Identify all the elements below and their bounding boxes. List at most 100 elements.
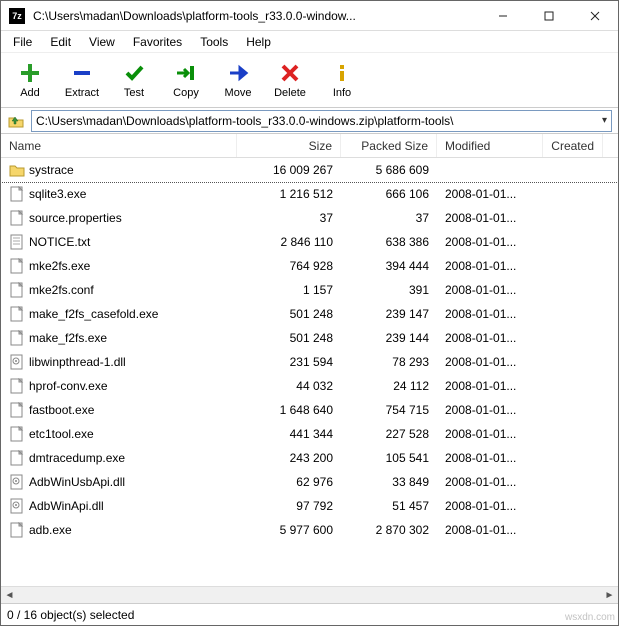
menu-tools[interactable]: Tools xyxy=(192,33,236,51)
table-row[interactable]: make_f2fs.exe501 248239 1442008-01-01... xyxy=(1,326,618,350)
file-size: 501 248 xyxy=(237,331,341,345)
file-packed-size: 105 541 xyxy=(341,451,437,465)
file-name-cell: NOTICE.txt xyxy=(1,234,237,250)
file-packed-size: 37 xyxy=(341,211,437,225)
scroll-right-button[interactable]: ► xyxy=(601,587,618,604)
file-name: AdbWinUsbApi.dll xyxy=(29,475,125,489)
file-size: 16 009 267 xyxy=(237,163,341,177)
maximize-button[interactable] xyxy=(526,1,572,31)
window-root: 7z C:\Users\madan\Downloads\platform-too… xyxy=(0,0,619,626)
table-row[interactable]: sqlite3.exe1 216 512666 1062008-01-01... xyxy=(1,182,618,206)
address-dropdown-icon[interactable]: ▾ xyxy=(602,115,607,126)
table-row[interactable]: AdbWinUsbApi.dll62 97633 8492008-01-01..… xyxy=(1,470,618,494)
file-listview: Name Size Packed Size Modified Created s… xyxy=(1,134,618,603)
txt-icon xyxy=(9,210,25,226)
table-row[interactable]: hprof-conv.exe44 03224 1122008-01-01... xyxy=(1,374,618,398)
table-row[interactable]: systrace16 009 2675 686 609 xyxy=(1,158,618,182)
delete-button[interactable]: Delete xyxy=(265,55,315,105)
file-name-cell: hprof-conv.exe xyxy=(1,378,237,394)
info-label: Info xyxy=(333,87,351,99)
app-icon: 7z xyxy=(9,8,25,24)
exe-icon xyxy=(9,306,25,322)
move-button[interactable]: Move xyxy=(213,55,263,105)
file-packed-size: 239 147 xyxy=(341,307,437,321)
file-name: make_f2fs_casefold.exe xyxy=(29,307,158,321)
file-name: dmtracedump.exe xyxy=(29,451,125,465)
file-packed-size: 666 106 xyxy=(341,187,437,201)
file-modified: 2008-01-01... xyxy=(437,235,543,249)
dll-icon xyxy=(9,498,25,514)
test-label: Test xyxy=(124,87,144,99)
file-packed-size: 227 528 xyxy=(341,427,437,441)
scroll-left-button[interactable]: ◄ xyxy=(1,587,18,604)
menu-favorites[interactable]: Favorites xyxy=(125,33,190,51)
column-header-size[interactable]: Size xyxy=(237,134,341,157)
status-text: 0 / 16 object(s) selected xyxy=(7,608,134,622)
extract-button[interactable]: Extract xyxy=(57,55,107,105)
file-packed-size: 394 444 xyxy=(341,259,437,273)
table-row[interactable]: NOTICE.txt2 846 110638 3862008-01-01... xyxy=(1,230,618,254)
table-row[interactable]: fastboot.exe1 648 640754 7152008-01-01..… xyxy=(1,398,618,422)
file-modified: 2008-01-01... xyxy=(437,451,543,465)
file-size: 97 792 xyxy=(237,499,341,513)
table-row[interactable]: etc1tool.exe441 344227 5282008-01-01... xyxy=(1,422,618,446)
file-modified: 2008-01-01... xyxy=(437,523,543,537)
column-header-packed-size[interactable]: Packed Size xyxy=(341,134,437,157)
column-header-modified[interactable]: Modified xyxy=(437,134,543,157)
table-row[interactable]: AdbWinApi.dll97 79251 4572008-01-01... xyxy=(1,494,618,518)
file-name: mke2fs.conf xyxy=(29,283,94,297)
menu-file[interactable]: File xyxy=(5,33,40,51)
note-icon xyxy=(9,234,25,250)
table-row[interactable]: libwinpthread-1.dll231 59478 2932008-01-… xyxy=(1,350,618,374)
info-icon xyxy=(330,61,354,85)
up-folder-icon[interactable] xyxy=(7,112,25,130)
file-modified: 2008-01-01... xyxy=(437,283,543,297)
exe-icon xyxy=(9,450,25,466)
exe-icon xyxy=(9,378,25,394)
dll-icon xyxy=(9,354,25,370)
menu-edit[interactable]: Edit xyxy=(42,33,79,51)
table-row[interactable]: dmtracedump.exe243 200105 5412008-01-01.… xyxy=(1,446,618,470)
file-packed-size: 78 293 xyxy=(341,355,437,369)
file-name: systrace xyxy=(29,163,74,177)
table-row[interactable]: adb.exe5 977 6002 870 3022008-01-01... xyxy=(1,518,618,542)
file-size: 1 157 xyxy=(237,283,341,297)
menu-help[interactable]: Help xyxy=(238,33,279,51)
file-name-cell: adb.exe xyxy=(1,522,237,538)
menu-view[interactable]: View xyxy=(81,33,123,51)
file-size: 764 928 xyxy=(237,259,341,273)
statusbar: 0 / 16 object(s) selected xyxy=(1,603,618,625)
titlebar[interactable]: 7z C:\Users\madan\Downloads\platform-too… xyxy=(1,1,618,31)
info-button[interactable]: Info xyxy=(317,55,367,105)
file-name-cell: AdbWinUsbApi.dll xyxy=(1,474,237,490)
file-name-cell: libwinpthread-1.dll xyxy=(1,354,237,370)
test-button[interactable]: Test xyxy=(109,55,159,105)
list-body[interactable]: systrace16 009 2675 686 609sqlite3.exe1 … xyxy=(1,158,618,586)
file-name: libwinpthread-1.dll xyxy=(29,355,126,369)
file-name-cell: sqlite3.exe xyxy=(1,186,237,202)
horizontal-scrollbar[interactable]: ◄ ► xyxy=(1,586,618,603)
column-header-name[interactable]: Name xyxy=(1,134,237,157)
exe-icon xyxy=(9,426,25,442)
add-button[interactable]: Add xyxy=(5,55,55,105)
minimize-button[interactable] xyxy=(480,1,526,31)
table-row[interactable]: mke2fs.exe764 928394 4442008-01-01... xyxy=(1,254,618,278)
copy-button[interactable]: Copy xyxy=(161,55,211,105)
txt-icon xyxy=(9,282,25,298)
address-input[interactable]: C:\Users\madan\Downloads\platform-tools_… xyxy=(31,110,612,132)
file-packed-size: 638 386 xyxy=(341,235,437,249)
close-button[interactable] xyxy=(572,1,618,31)
table-row[interactable]: make_f2fs_casefold.exe501 248239 1472008… xyxy=(1,302,618,326)
table-row[interactable]: mke2fs.conf1 1573912008-01-01... xyxy=(1,278,618,302)
file-size: 2 846 110 xyxy=(237,235,341,249)
watermark: wsxdn.com xyxy=(565,612,615,623)
file-name-cell: source.properties xyxy=(1,210,237,226)
plus-icon xyxy=(18,61,42,85)
file-modified: 2008-01-01... xyxy=(437,499,543,513)
column-header-created[interactable]: Created xyxy=(543,134,603,157)
file-modified: 2008-01-01... xyxy=(437,187,543,201)
file-name: sqlite3.exe xyxy=(29,187,86,201)
x-icon xyxy=(278,61,302,85)
table-row[interactable]: source.properties37372008-01-01... xyxy=(1,206,618,230)
file-name: AdbWinApi.dll xyxy=(29,499,104,513)
